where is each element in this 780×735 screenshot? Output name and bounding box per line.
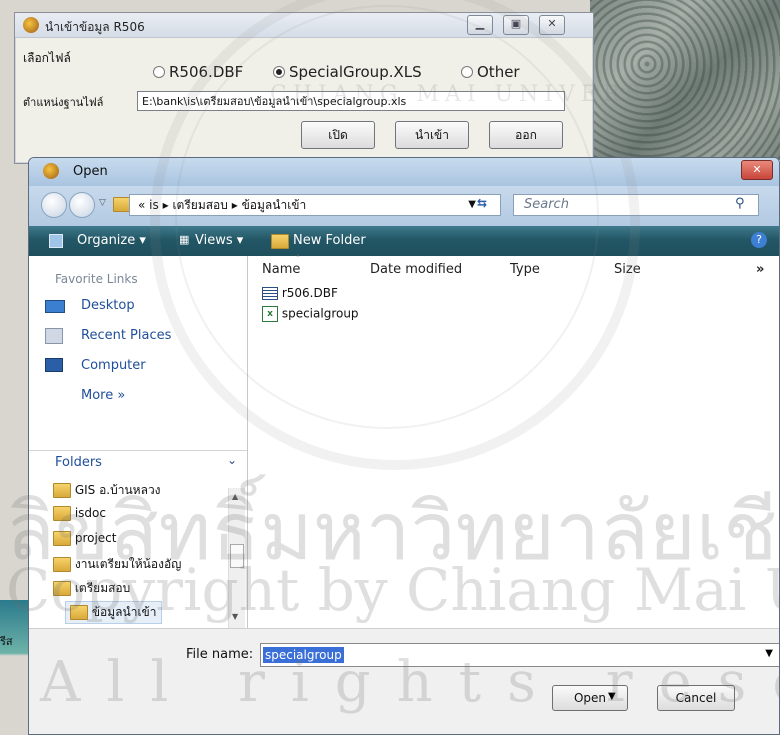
folder-item-selected[interactable]: ข้อมูลนำเข้า (65, 601, 162, 624)
chevron-down-icon[interactable]: ⌄ (227, 453, 237, 467)
organize-icon (49, 234, 63, 248)
folders-pane: Folders ⌄ GIS อ.บ้านหลวง isdoc project ง… (29, 450, 247, 631)
app-logo-icon (43, 163, 59, 179)
open-dialog-title: Open (73, 164, 108, 179)
back-icon[interactable] (41, 192, 67, 218)
recent-places-icon (45, 328, 63, 344)
folder-item[interactable]: เตรียมสอบ (53, 579, 130, 598)
more-link[interactable]: More » (81, 388, 125, 403)
folders-scrollbar[interactable]: ▲ ▼ (228, 488, 245, 628)
favorite-recent-places[interactable]: Recent Places (81, 328, 171, 343)
help-icon[interactable]: ? (751, 232, 767, 248)
organize-button[interactable]: Organize ▾ (77, 233, 146, 248)
folder-icon (53, 506, 71, 521)
scroll-down-icon[interactable]: ▼ (232, 612, 238, 621)
scroll-up-icon[interactable]: ▲ (232, 492, 238, 501)
folder-icon (53, 581, 71, 596)
app-logo-icon (23, 17, 39, 33)
path-label: ตำแหน่งฐานไฟล์ (23, 96, 104, 109)
close-icon[interactable]: ✕ (741, 160, 773, 180)
background-fragment-text: รีส (0, 635, 13, 648)
folder-icon (53, 483, 71, 498)
forward-icon[interactable] (69, 192, 95, 218)
favorite-desktop[interactable]: Desktop (81, 298, 135, 313)
open-split-arrow-icon[interactable]: ▼ (608, 691, 616, 702)
watermark-seal-ring (175, 5, 599, 429)
file-name-label: File name: (186, 647, 254, 662)
more-columns-icon[interactable]: » (756, 262, 764, 277)
file-name-input[interactable]: specialgroup ▼ (260, 643, 779, 667)
folder-item[interactable]: GIS อ.บ้านหลวง (53, 481, 161, 500)
dialog-footer: File name: specialgroup ▼ Open ▼ Cancel (29, 628, 779, 734)
scrollbar-thumb[interactable] (230, 544, 244, 568)
desktop-icon (45, 300, 65, 313)
favorite-links-header: Favorite Links (55, 272, 138, 286)
file-select-label: เลือกไฟล์ (23, 51, 71, 65)
computer-icon (45, 358, 63, 372)
open-button[interactable]: Open (552, 685, 628, 711)
folder-icon (53, 557, 71, 572)
folder-item[interactable]: งานเตรียมให้น้องอัญ (53, 555, 181, 574)
chevron-down-icon[interactable]: ▼ (765, 648, 773, 659)
favorite-computer[interactable]: Computer (81, 358, 146, 373)
recent-pages-icon[interactable]: ▽ (99, 198, 106, 208)
folder-item[interactable]: isdoc (53, 506, 106, 521)
search-icon[interactable]: ⚲ (735, 196, 745, 211)
folder-item[interactable]: project (53, 531, 116, 546)
r506-dialog-title: นำเข้าข้อมูล R506 (45, 20, 145, 34)
folder-icon (53, 531, 71, 546)
cancel-button[interactable]: Cancel (657, 685, 735, 711)
folder-icon (70, 605, 88, 620)
folders-header[interactable]: Folders (55, 455, 102, 470)
